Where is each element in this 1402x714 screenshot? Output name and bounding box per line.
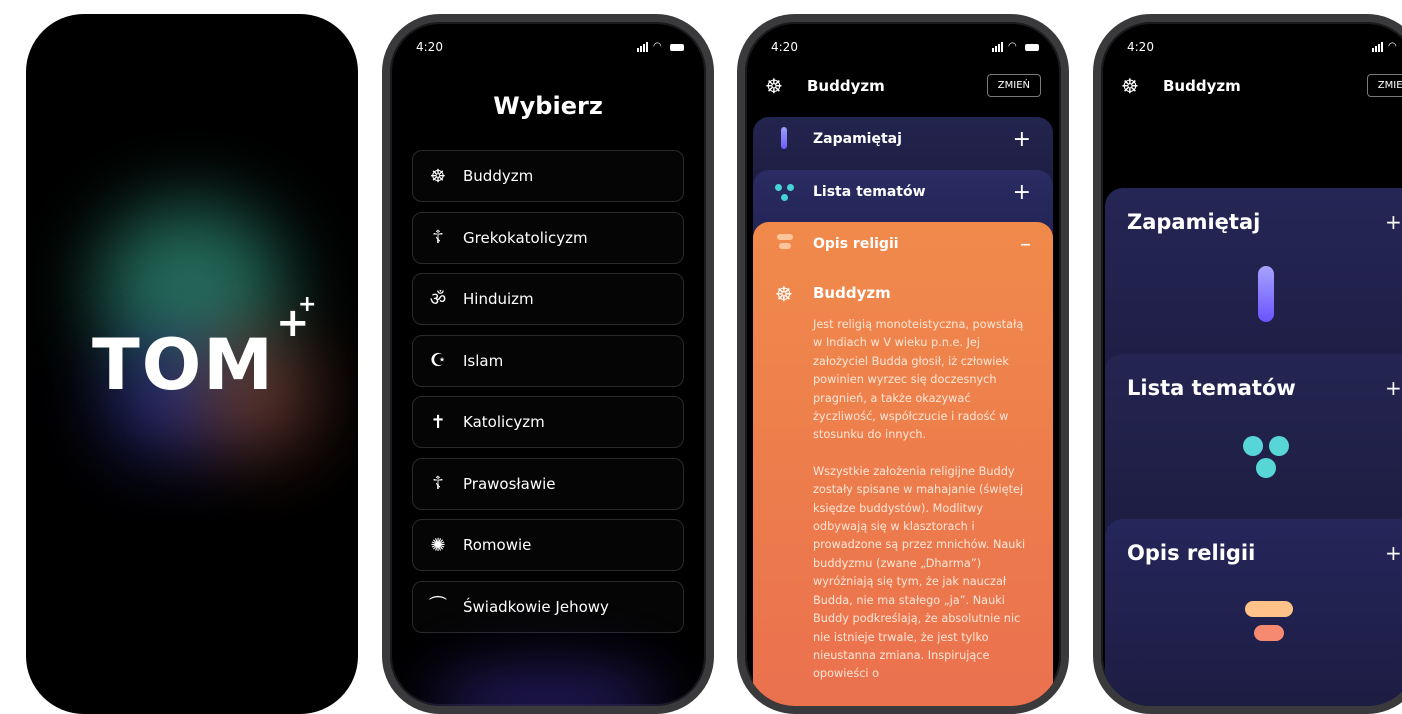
expand-icon[interactable]: +: [1385, 376, 1402, 400]
religion-label: Islam: [463, 351, 504, 370]
wifi-icon: ◠: [653, 41, 662, 52]
religion-item[interactable]: ☪ Islam: [412, 334, 684, 387]
change-button[interactable]: ZMIEŃ: [986, 74, 1041, 97]
status-time: 4:20: [416, 40, 443, 54]
religion-item[interactable]: ☦ Grekokatolicyzm: [412, 211, 684, 264]
description-text: Jest religią monoteistyczna, powstałą w …: [813, 316, 1035, 702]
pill-icon: [1258, 266, 1274, 322]
bottom-glow: [430, 666, 666, 706]
religion-label: Grekokatolicyzm: [463, 228, 588, 247]
dharma-wheel-icon: ☸: [429, 165, 447, 187]
bars-icon: [777, 234, 793, 254]
religion-name: Buddyzm: [1163, 77, 1241, 95]
header: ☸ Buddyzm ZMIEŃ: [765, 74, 1041, 104]
dharma-wheel-icon: ☸: [1121, 74, 1139, 98]
om-icon: ॐ: [429, 289, 447, 310]
religion-picker-screen: 4:20 ◠ Wybierz ☸ Buddyzm ☦ Grekokatolicyzm ॐ…: [382, 14, 714, 714]
description-paragraph: Jest religią monoteistyczna, powstałą w …: [813, 318, 1024, 442]
section-label: Opis religii: [813, 236, 899, 252]
religion-list: ☸ Buddyzm ☦ Grekokatolicyzm ॐ Hinduizm ☪ Islam ✝…: [412, 150, 684, 642]
romani-wheel-icon: ✺: [430, 534, 446, 556]
religion-label: Katolicyzm: [463, 413, 545, 431]
orthodox-cross-icon: ☦: [432, 227, 444, 248]
orthodox-cross-icon: ☦: [432, 473, 444, 494]
app-logo: TOM: [92, 324, 275, 406]
latin-cross-icon: ✝: [430, 411, 446, 433]
splash-screen: TOM + +: [26, 14, 358, 714]
expand-icon[interactable]: +: [1013, 127, 1031, 152]
religion-overview-screen: 4:20 ◠ ☸ Buddyzm ZMIEŃ Zapamiętaj + List…: [1093, 14, 1402, 714]
battery-icon: [1025, 43, 1039, 51]
collapse-icon[interactable]: –: [1020, 232, 1031, 257]
religion-detail-screen: 4:20 ◠ ☸ Buddyzm ZMIEŃ Zapamiętaj + List…: [737, 14, 1069, 714]
religion-item[interactable]: ⏜ Świadkowie Jehowy: [412, 580, 684, 633]
description-title: Buddyzm: [813, 284, 891, 302]
dots-icon: [775, 184, 797, 202]
status-bar: 4:20 ◠: [745, 40, 1061, 60]
wifi-icon: ◠: [1388, 41, 1397, 52]
status-bar: 4:20 ◠: [1101, 40, 1402, 60]
card-title: Zapamiętaj: [1127, 210, 1261, 234]
card-title: Lista tematów: [1127, 376, 1296, 400]
religion-item[interactable]: ✝ Katolicyzm: [412, 396, 684, 448]
crescent-star-icon: ☪: [429, 350, 447, 371]
wifi-icon: ◠: [1008, 41, 1017, 52]
card-opis-religii[interactable]: Opis religii +: [1105, 519, 1402, 706]
expand-icon[interactable]: +: [1385, 210, 1402, 234]
religion-item[interactable]: ✺ Romowie: [412, 519, 684, 571]
page-title: Wybierz: [493, 92, 603, 120]
dots-icon: [1243, 436, 1291, 484]
description-paragraph: Wszystkie założenia religijne Buddy zost…: [813, 464, 1026, 681]
religion-item[interactable]: ☦ Prawosławie: [412, 457, 684, 510]
expand-icon[interactable]: +: [1013, 180, 1031, 205]
religion-item[interactable]: ॐ Hinduizm: [412, 273, 684, 325]
change-button[interactable]: ZMIEŃ: [1366, 74, 1402, 97]
header: ☸ Buddyzm ZMIEŃ: [1121, 74, 1402, 104]
section-label: Lista tematów: [813, 184, 926, 200]
religion-label: Prawosławie: [463, 474, 556, 493]
section-label: Zapamiętaj: [813, 131, 902, 147]
section-opis-religii[interactable]: Opis religii – ☸ Buddyzm Jest religią mo…: [753, 222, 1053, 706]
status-time: 4:20: [771, 40, 798, 54]
signal-icon: [637, 42, 648, 52]
expand-icon[interactable]: +: [1385, 541, 1402, 565]
signal-icon: [992, 42, 1003, 52]
religion-label: Romowie: [463, 536, 532, 554]
logo-plus-small: +: [298, 292, 317, 317]
religion-name: Buddyzm: [807, 77, 885, 95]
battery-icon: [670, 43, 684, 51]
pill-icon: [781, 127, 787, 149]
dharma-wheel-icon: ☸: [775, 282, 793, 306]
card-title: Opis religii: [1127, 541, 1256, 565]
dharma-wheel-icon: ☸: [765, 74, 783, 98]
signal-icon: [1372, 42, 1383, 52]
religion-label: Hinduizm: [463, 290, 534, 308]
bible-icon: ⏜: [429, 596, 447, 617]
status-bar: 4:20 ◠: [390, 40, 706, 60]
religion-label: Buddyzm: [463, 167, 534, 185]
religion-label: Świadkowie Jehowy: [463, 597, 609, 616]
status-time: 4:20: [1127, 40, 1154, 54]
religion-item[interactable]: ☸ Buddyzm: [412, 150, 684, 202]
bars-icon: [1245, 601, 1293, 647]
